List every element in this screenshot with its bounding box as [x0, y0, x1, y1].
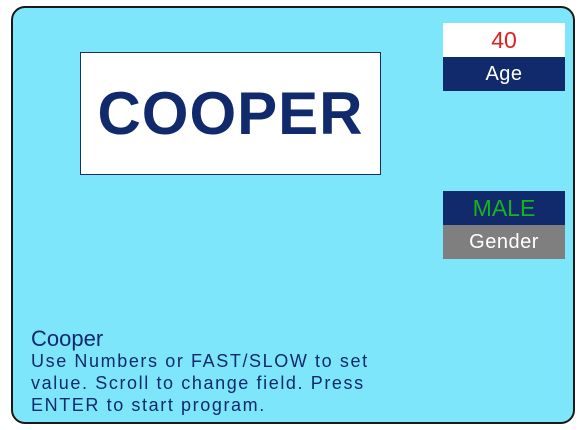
help-instructions: Use Numbers or FAST/SLOW to set value. S…: [31, 351, 369, 415]
program-title: COOPER: [97, 80, 364, 147]
gender-field[interactable]: MALE Gender: [443, 191, 565, 259]
gender-label: Gender: [443, 225, 565, 259]
help-program-name: Cooper: [31, 326, 104, 351]
age-value[interactable]: 40: [443, 23, 565, 57]
console-screen: COOPER 40 Age MALE Gender Cooper Use Num…: [11, 6, 575, 424]
age-label: Age: [443, 57, 565, 91]
age-field[interactable]: 40 Age: [443, 23, 565, 91]
program-title-box: COOPER: [80, 52, 381, 175]
gender-value[interactable]: MALE: [443, 191, 565, 225]
